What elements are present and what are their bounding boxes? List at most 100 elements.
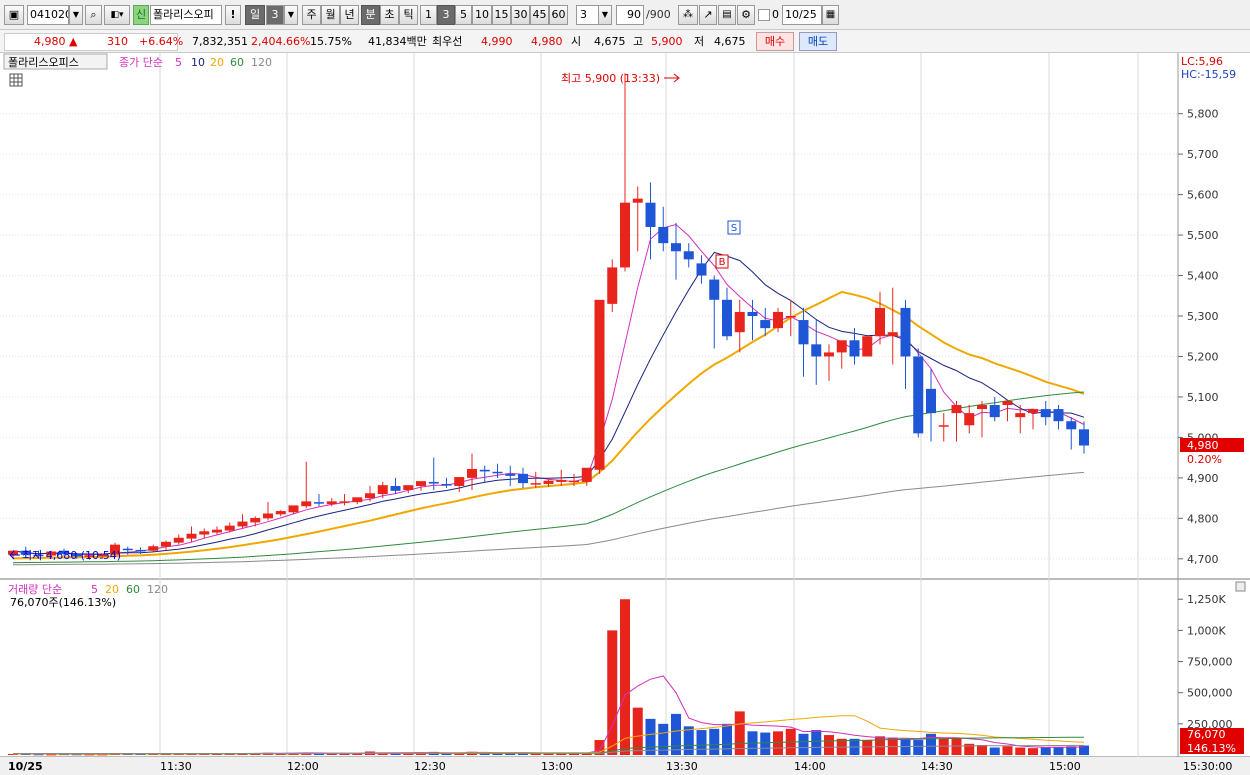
minute-button-15[interactable]: 15 xyxy=(492,5,511,25)
up-candle xyxy=(454,477,465,486)
alert-button[interactable]: ! xyxy=(225,5,241,25)
stock-name-field[interactable]: 폴라리스오피 xyxy=(150,5,222,25)
minute-button-3[interactable]: 3 xyxy=(437,5,455,25)
up-candle xyxy=(824,352,834,357)
volume-bar xyxy=(824,735,834,755)
up-candle xyxy=(785,316,796,318)
up-candle xyxy=(938,425,949,427)
minute-button-10[interactable]: 10 xyxy=(472,5,492,25)
down-candle xyxy=(428,481,439,484)
volume-bar xyxy=(607,630,618,755)
minute-button-5[interactable]: 5 xyxy=(455,5,472,25)
period-day-button[interactable]: 일 xyxy=(245,5,265,25)
date-input[interactable]: 10/25 xyxy=(782,5,822,25)
up-candle xyxy=(416,481,426,486)
volume-bar xyxy=(862,740,873,755)
volume-ratio: 2,404.66% xyxy=(251,35,311,48)
drawing-tool-icon[interactable]: ↗ xyxy=(699,5,717,25)
time-tick-label: 12:00 xyxy=(287,760,319,773)
up-candle xyxy=(224,525,235,531)
up-candle xyxy=(887,332,898,337)
buy-button[interactable]: 매수 xyxy=(756,32,794,51)
volume-bar xyxy=(671,713,681,755)
sell-button[interactable]: 매도 xyxy=(799,32,837,51)
period-week-button[interactable]: 주 xyxy=(302,5,321,25)
volume-bar xyxy=(977,745,987,755)
period-month-button[interactable]: 월 xyxy=(321,5,340,25)
ma10-label: 10 xyxy=(191,56,205,69)
chart-svg[interactable]: 4,7004,8004,9005,0005,1005,2005,3005,400… xyxy=(0,53,1250,775)
window-menu-icon[interactable]: ▣ xyxy=(4,5,24,25)
calendar-icon[interactable]: ▦ xyxy=(822,5,839,25)
up-candle xyxy=(607,267,618,304)
open-label: 시 xyxy=(571,35,582,48)
up-candle xyxy=(556,479,567,482)
low-label: 저 xyxy=(694,35,705,48)
volume-bar xyxy=(645,718,656,755)
period-year-button[interactable]: 년 xyxy=(340,5,359,25)
up-candle xyxy=(250,517,261,523)
data-table-icon[interactable] xyxy=(9,73,23,87)
up-candle xyxy=(301,501,312,507)
save-icon[interactable]: ▤ xyxy=(718,5,736,25)
code-dropdown-icon[interactable]: ▼ xyxy=(69,5,83,25)
minute-button-30[interactable]: 30 xyxy=(511,5,530,25)
time-tick-label: 14:30 xyxy=(921,760,953,773)
up-candle xyxy=(543,480,554,484)
minute-interval-input[interactable]: 3 xyxy=(576,5,600,25)
up-candle xyxy=(377,485,388,495)
ma20-label: 20 xyxy=(210,56,224,69)
current-volume-label: 76,070주(146.13%) xyxy=(10,596,116,609)
up-candle xyxy=(1002,400,1013,406)
indicator-settings-icon[interactable]: ⁂ xyxy=(678,5,698,25)
volume-bar xyxy=(989,747,1000,755)
history-icon[interactable]: ◧▾ xyxy=(104,5,130,25)
up-candle xyxy=(339,501,350,503)
price-tick-label: 5,200 xyxy=(1187,350,1219,363)
new-listing-badge: 신 xyxy=(133,5,149,25)
checkbox[interactable] xyxy=(758,9,770,21)
panel-close-icon[interactable] xyxy=(1235,581,1246,592)
minute-button-60[interactable]: 60 xyxy=(549,5,568,25)
minute-button-45[interactable]: 45 xyxy=(530,5,549,25)
period-minute-button[interactable]: 분 xyxy=(361,5,380,25)
minute-dropdown-icon[interactable]: ▼ xyxy=(598,5,612,25)
search-icon[interactable]: ⌕ xyxy=(85,5,102,25)
up-candle xyxy=(862,336,873,357)
volume-bar xyxy=(1002,746,1013,755)
volume-bar xyxy=(798,733,809,755)
volume-bar xyxy=(811,730,822,755)
stock-code-input[interactable]: 041020 xyxy=(27,5,69,25)
price-tick-label: 5,500 xyxy=(1187,229,1219,242)
down-candle xyxy=(671,243,681,252)
checkbox-label: 0 xyxy=(772,8,779,21)
price-tick-label: 4,800 xyxy=(1187,512,1219,525)
time-tick-label: 13:00 xyxy=(541,760,573,773)
day-count-dropdown-icon[interactable]: ▼ xyxy=(284,5,298,25)
period-second-button[interactable]: 초 xyxy=(380,5,399,25)
price-indicator-label[interactable]: 종가 단순 xyxy=(119,56,163,69)
down-candle xyxy=(709,279,720,300)
gear-icon[interactable]: ⚙ xyxy=(737,5,755,25)
up-candle xyxy=(212,529,222,533)
up-candle xyxy=(263,513,273,519)
display-count-input[interactable]: 90 xyxy=(616,5,644,25)
sell-signal-label: S xyxy=(731,223,737,234)
up-candle xyxy=(620,202,630,268)
up-candle xyxy=(199,531,210,535)
vol-ma60-label: 60 xyxy=(126,583,140,596)
quote-bar: 4,980 ▲ 310 +6.64% 7,832,351 2,404.66% 1… xyxy=(0,30,1250,53)
period-tick-button[interactable]: 틱 xyxy=(399,5,418,25)
period-day-count[interactable]: 3 xyxy=(266,5,284,25)
buy-signal-label: B xyxy=(719,257,726,268)
up-candle xyxy=(352,497,363,503)
up-candle xyxy=(365,493,375,499)
ma60-label: 60 xyxy=(230,56,244,69)
vol-ma5-label: 5 xyxy=(91,583,98,596)
volume-indicator-label[interactable]: 거래량 단순 xyxy=(8,583,62,596)
time-tick-label: 12:30 xyxy=(414,760,446,773)
ma5-label: 5 xyxy=(175,56,182,69)
chart-area[interactable]: 4,700 4,800 4,900 5,000 5,100 5,200 5,300 5,400… xyxy=(0,53,1250,775)
up-candle xyxy=(530,483,541,485)
minute-button-1[interactable]: 1 xyxy=(420,5,437,25)
